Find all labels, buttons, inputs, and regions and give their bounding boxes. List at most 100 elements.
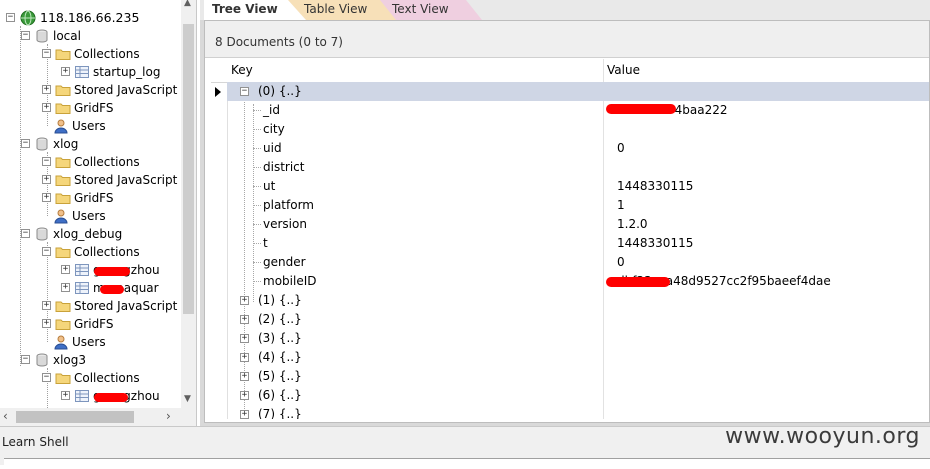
- document-row[interactable]: + (3) {..}: [227, 329, 929, 348]
- document-viewer: 8 Documents (0 to 7) Key Value − (0) {..…: [204, 20, 930, 423]
- tree-node-xlog-collections[interactable]: − Collections: [0, 153, 181, 171]
- tree-node-xlog-debug-collections[interactable]: − Collections: [0, 243, 181, 261]
- tree-node-startup-log[interactable]: + startup_log: [0, 63, 181, 81]
- expand-icon[interactable]: +: [240, 315, 249, 324]
- watermark-text: www.wooyun.org: [725, 424, 920, 449]
- document-row[interactable]: + (4) {..}: [227, 348, 929, 367]
- tree-node-xlog3-collections[interactable]: − Collections: [0, 369, 181, 387]
- scroll-down-icon[interactable]: ▼: [184, 394, 191, 404]
- expand-icon[interactable]: +: [61, 283, 70, 292]
- expand-icon[interactable]: +: [42, 193, 51, 202]
- scrollbar-thumb[interactable]: [16, 411, 134, 423]
- expand-icon[interactable]: +: [42, 319, 51, 328]
- field-key: _id: [263, 103, 280, 117]
- scroll-left-icon[interactable]: ‹: [3, 409, 8, 423]
- tree-node-xlog-storedjs[interactable]: + Stored JavaScript: [0, 171, 181, 189]
- field-row[interactable]: platform 1: [227, 196, 929, 215]
- document-row[interactable]: + (7) {..}: [227, 405, 929, 419]
- tree-node-coll-guangzhou2[interactable]: +guangzhou: [0, 387, 181, 405]
- user-icon: [54, 119, 68, 134]
- expand-icon[interactable]: +: [240, 410, 249, 419]
- column-header-value[interactable]: Value: [607, 63, 640, 77]
- tree-node-xlog-debug-gridfs[interactable]: + GridFS: [0, 315, 181, 333]
- field-row[interactable]: uid 0: [227, 139, 929, 158]
- expand-icon[interactable]: +: [42, 301, 51, 310]
- tab-tree-view[interactable]: Tree View: [204, 0, 306, 20]
- tree-node-local-gridfs[interactable]: + GridFS: [0, 99, 181, 117]
- document-count: 8 Documents (0 to 7): [215, 35, 343, 49]
- document-tree-grid: Key Value − (0) {..} _id0642f7074baa222c…: [211, 59, 929, 419]
- document-row[interactable]: + (2) {..}: [227, 310, 929, 329]
- collapse-icon[interactable]: −: [42, 157, 51, 166]
- expand-icon[interactable]: +: [240, 372, 249, 381]
- field-row[interactable]: gender 0: [227, 253, 929, 272]
- expand-icon[interactable]: +: [61, 67, 70, 76]
- field-key: platform: [263, 198, 314, 212]
- expand-icon[interactable]: +: [240, 391, 249, 400]
- tree-guide-line: [253, 205, 261, 206]
- tree-node-xlog-gridfs[interactable]: + GridFS: [0, 189, 181, 207]
- tree-node-xlog[interactable]: − xlog: [0, 135, 181, 153]
- collapse-icon[interactable]: −: [240, 87, 249, 96]
- collapse-icon[interactable]: −: [21, 229, 30, 238]
- collapse-icon[interactable]: −: [42, 373, 51, 382]
- row-selector: [211, 82, 228, 419]
- field-row[interactable]: version 1.2.0: [227, 215, 929, 234]
- tree-node-server[interactable]: − 118.186.66.235: [0, 9, 181, 27]
- tree-horizontal-scrollbar[interactable]: ‹ ›: [0, 408, 196, 426]
- document-row[interactable]: + (1) {..}: [227, 291, 929, 310]
- tree-node-xlog3[interactable]: − xlog3: [0, 351, 181, 369]
- expand-icon[interactable]: +: [61, 265, 70, 274]
- field-row[interactable]: t 1448330115: [227, 234, 929, 253]
- field-value: 1448330115: [617, 179, 694, 193]
- expand-icon[interactable]: +: [42, 85, 51, 94]
- tree-guide-line: [253, 224, 261, 225]
- scroll-up-icon[interactable]: ▲: [184, 0, 191, 8]
- tree-node-local[interactable]: − local: [0, 27, 181, 45]
- expand-icon[interactable]: +: [61, 391, 70, 400]
- tree-node-coll-mamaquan[interactable]: + mamaquar: [0, 279, 181, 297]
- expand-icon[interactable]: +: [240, 353, 249, 362]
- collapse-icon[interactable]: −: [21, 139, 30, 148]
- tree-node-local-storedjs[interactable]: + Stored JavaScript: [0, 81, 181, 99]
- document-label: (6) {..}: [258, 388, 302, 402]
- field-row[interactable]: district: [227, 158, 929, 177]
- tree-guide-line: [253, 186, 261, 187]
- tree-node-xlog-debug-users[interactable]: Users: [0, 333, 181, 351]
- tree-node-xlog-users[interactable]: Users: [0, 207, 181, 225]
- tree-node-local-users[interactable]: Users: [0, 117, 181, 135]
- field-row[interactable]: mobileID dbf33eca48d9527cc2f95baeef4dae: [227, 272, 929, 291]
- collection-table-icon: [75, 66, 89, 78]
- expand-icon[interactable]: +: [240, 334, 249, 343]
- collapse-icon[interactable]: −: [21, 355, 30, 364]
- tree-node-xlog-debug[interactable]: − xlog_debug: [0, 225, 181, 243]
- document-row[interactable]: + (5) {..}: [227, 367, 929, 386]
- scrollbar-thumb[interactable]: [183, 24, 194, 314]
- column-header-key[interactable]: Key: [231, 63, 253, 77]
- expand-icon[interactable]: +: [42, 175, 51, 184]
- server-globe-icon: [20, 10, 36, 26]
- collapse-icon[interactable]: −: [6, 13, 15, 22]
- tree-node-coll-guangzhou1[interactable]: +guangzhou: [0, 261, 181, 279]
- tree-node-label: Collections: [74, 155, 140, 169]
- tree-node-xlog-debug-storedjs[interactable]: + Stored JavaScript: [0, 297, 181, 315]
- tree-vertical-scrollbar[interactable]: ▲ ▼: [181, 0, 196, 408]
- collection-table-icon: [75, 390, 89, 402]
- scroll-right-icon[interactable]: ›: [166, 409, 171, 423]
- expand-icon[interactable]: +: [42, 103, 51, 112]
- field-row[interactable]: city: [227, 120, 929, 139]
- collapse-icon[interactable]: −: [21, 31, 30, 40]
- document-label: (4) {..}: [258, 350, 302, 364]
- field-row[interactable]: ut 1448330115: [227, 177, 929, 196]
- tree-node-local-collections[interactable]: − Collections: [0, 45, 181, 63]
- tree-node-label: Stored JavaScript: [74, 173, 178, 187]
- field-value: 0: [617, 141, 625, 155]
- documents-pane: Text View Table View Tree View 8 Documen…: [200, 0, 930, 426]
- document-row-0[interactable]: − (0) {..}: [227, 82, 929, 101]
- folder-icon: [55, 157, 71, 168]
- document-row[interactable]: + (6) {..}: [227, 386, 929, 405]
- collapse-icon[interactable]: −: [42, 49, 51, 58]
- collapse-icon[interactable]: −: [42, 247, 51, 256]
- field-row[interactable]: _id0642f7074baa222: [227, 101, 929, 120]
- expand-icon[interactable]: +: [240, 296, 249, 305]
